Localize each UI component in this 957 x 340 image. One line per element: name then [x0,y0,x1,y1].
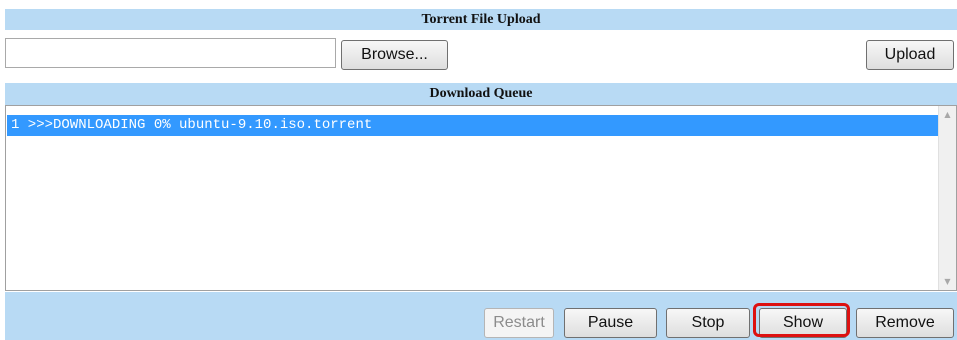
pause-button[interactable]: Pause [564,308,657,338]
restart-button[interactable]: Restart [484,308,554,338]
remove-button[interactable]: Remove [856,308,954,338]
show-button[interactable]: Show [759,308,847,338]
stop-button[interactable]: Stop [666,308,750,338]
upload-button[interactable]: Upload [866,40,954,70]
scroll-up-icon[interactable]: ▲ [939,106,956,123]
cut-off-text [0,0,957,6]
download-queue-list[interactable]: 1 >>>DOWNLOADING 0% ubuntu-9.10.iso.torr… [5,105,957,291]
queue-scrollbar[interactable]: ▲ ▼ [938,106,956,290]
queue-item[interactable]: 1 >>>DOWNLOADING 0% ubuntu-9.10.iso.torr… [7,115,940,136]
upload-section-title: Torrent File Upload [5,9,957,30]
file-path-input[interactable] [5,38,336,68]
scroll-down-icon[interactable]: ▼ [939,273,956,290]
browse-button[interactable]: Browse... [341,40,448,70]
queue-section-title: Download Queue [5,83,957,105]
